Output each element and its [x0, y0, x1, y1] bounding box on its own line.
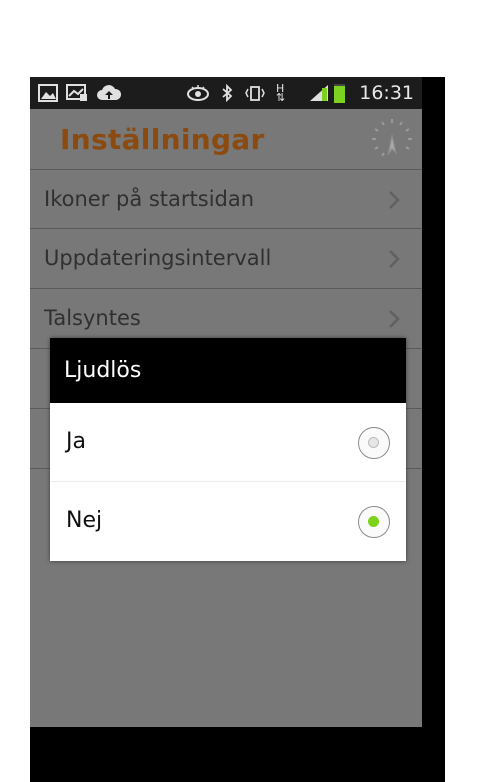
radio-dot [368, 516, 379, 527]
chevron-right-icon [389, 191, 400, 209]
chevron-right-icon [389, 310, 400, 328]
hspa-icon: H ⇅ [276, 82, 286, 104]
vibrate-icon [244, 84, 266, 102]
status-bar: H ⇅ 16:31 [30, 77, 422, 109]
silent-dialog: Ljudlös Ja Nej [50, 338, 406, 561]
option-label: Ja [66, 429, 86, 454]
option-no[interactable]: Nej [50, 482, 406, 561]
settings-item-update-interval[interactable]: Uppdateringsintervall [30, 229, 422, 289]
navigation-area [30, 727, 422, 782]
clock-icon[interactable] [368, 115, 416, 163]
settings-item-label: Ikoner på startsidan [44, 187, 255, 211]
title-bar: Inställningar [30, 109, 422, 169]
radio-selected[interactable] [358, 506, 390, 538]
hspa-label: H [276, 82, 285, 95]
eye-icon [186, 84, 210, 102]
option-yes[interactable]: Ja [50, 403, 406, 482]
option-label: Nej [66, 508, 103, 533]
dialog-title: Ljudlös [64, 358, 142, 383]
signal-icon [308, 84, 330, 102]
device-edge [422, 77, 445, 782]
bluetooth-icon [220, 83, 234, 103]
radio-dot [368, 437, 379, 448]
cloud-upload-icon [96, 84, 122, 102]
gallery-icon [38, 84, 58, 102]
message-icon [66, 84, 88, 102]
battery-icon [334, 84, 345, 103]
chevron-right-icon [389, 250, 400, 268]
settings-screen: Inställningar Ikoner på startsidan Uppda… [30, 109, 422, 727]
settings-item-label: Uppdateringsintervall [44, 246, 272, 270]
page-title: Inställningar [60, 123, 265, 156]
settings-item-label: Talsyntes [44, 306, 141, 330]
settings-item-icons[interactable]: Ikoner på startsidan [30, 169, 422, 229]
phone-screen: H ⇅ 16:31 Inställningar Ikoner på starts… [30, 77, 422, 782]
dialog-header: Ljudlös [50, 338, 406, 403]
radio-unselected[interactable] [358, 427, 390, 459]
status-time: 16:31 [359, 82, 414, 104]
